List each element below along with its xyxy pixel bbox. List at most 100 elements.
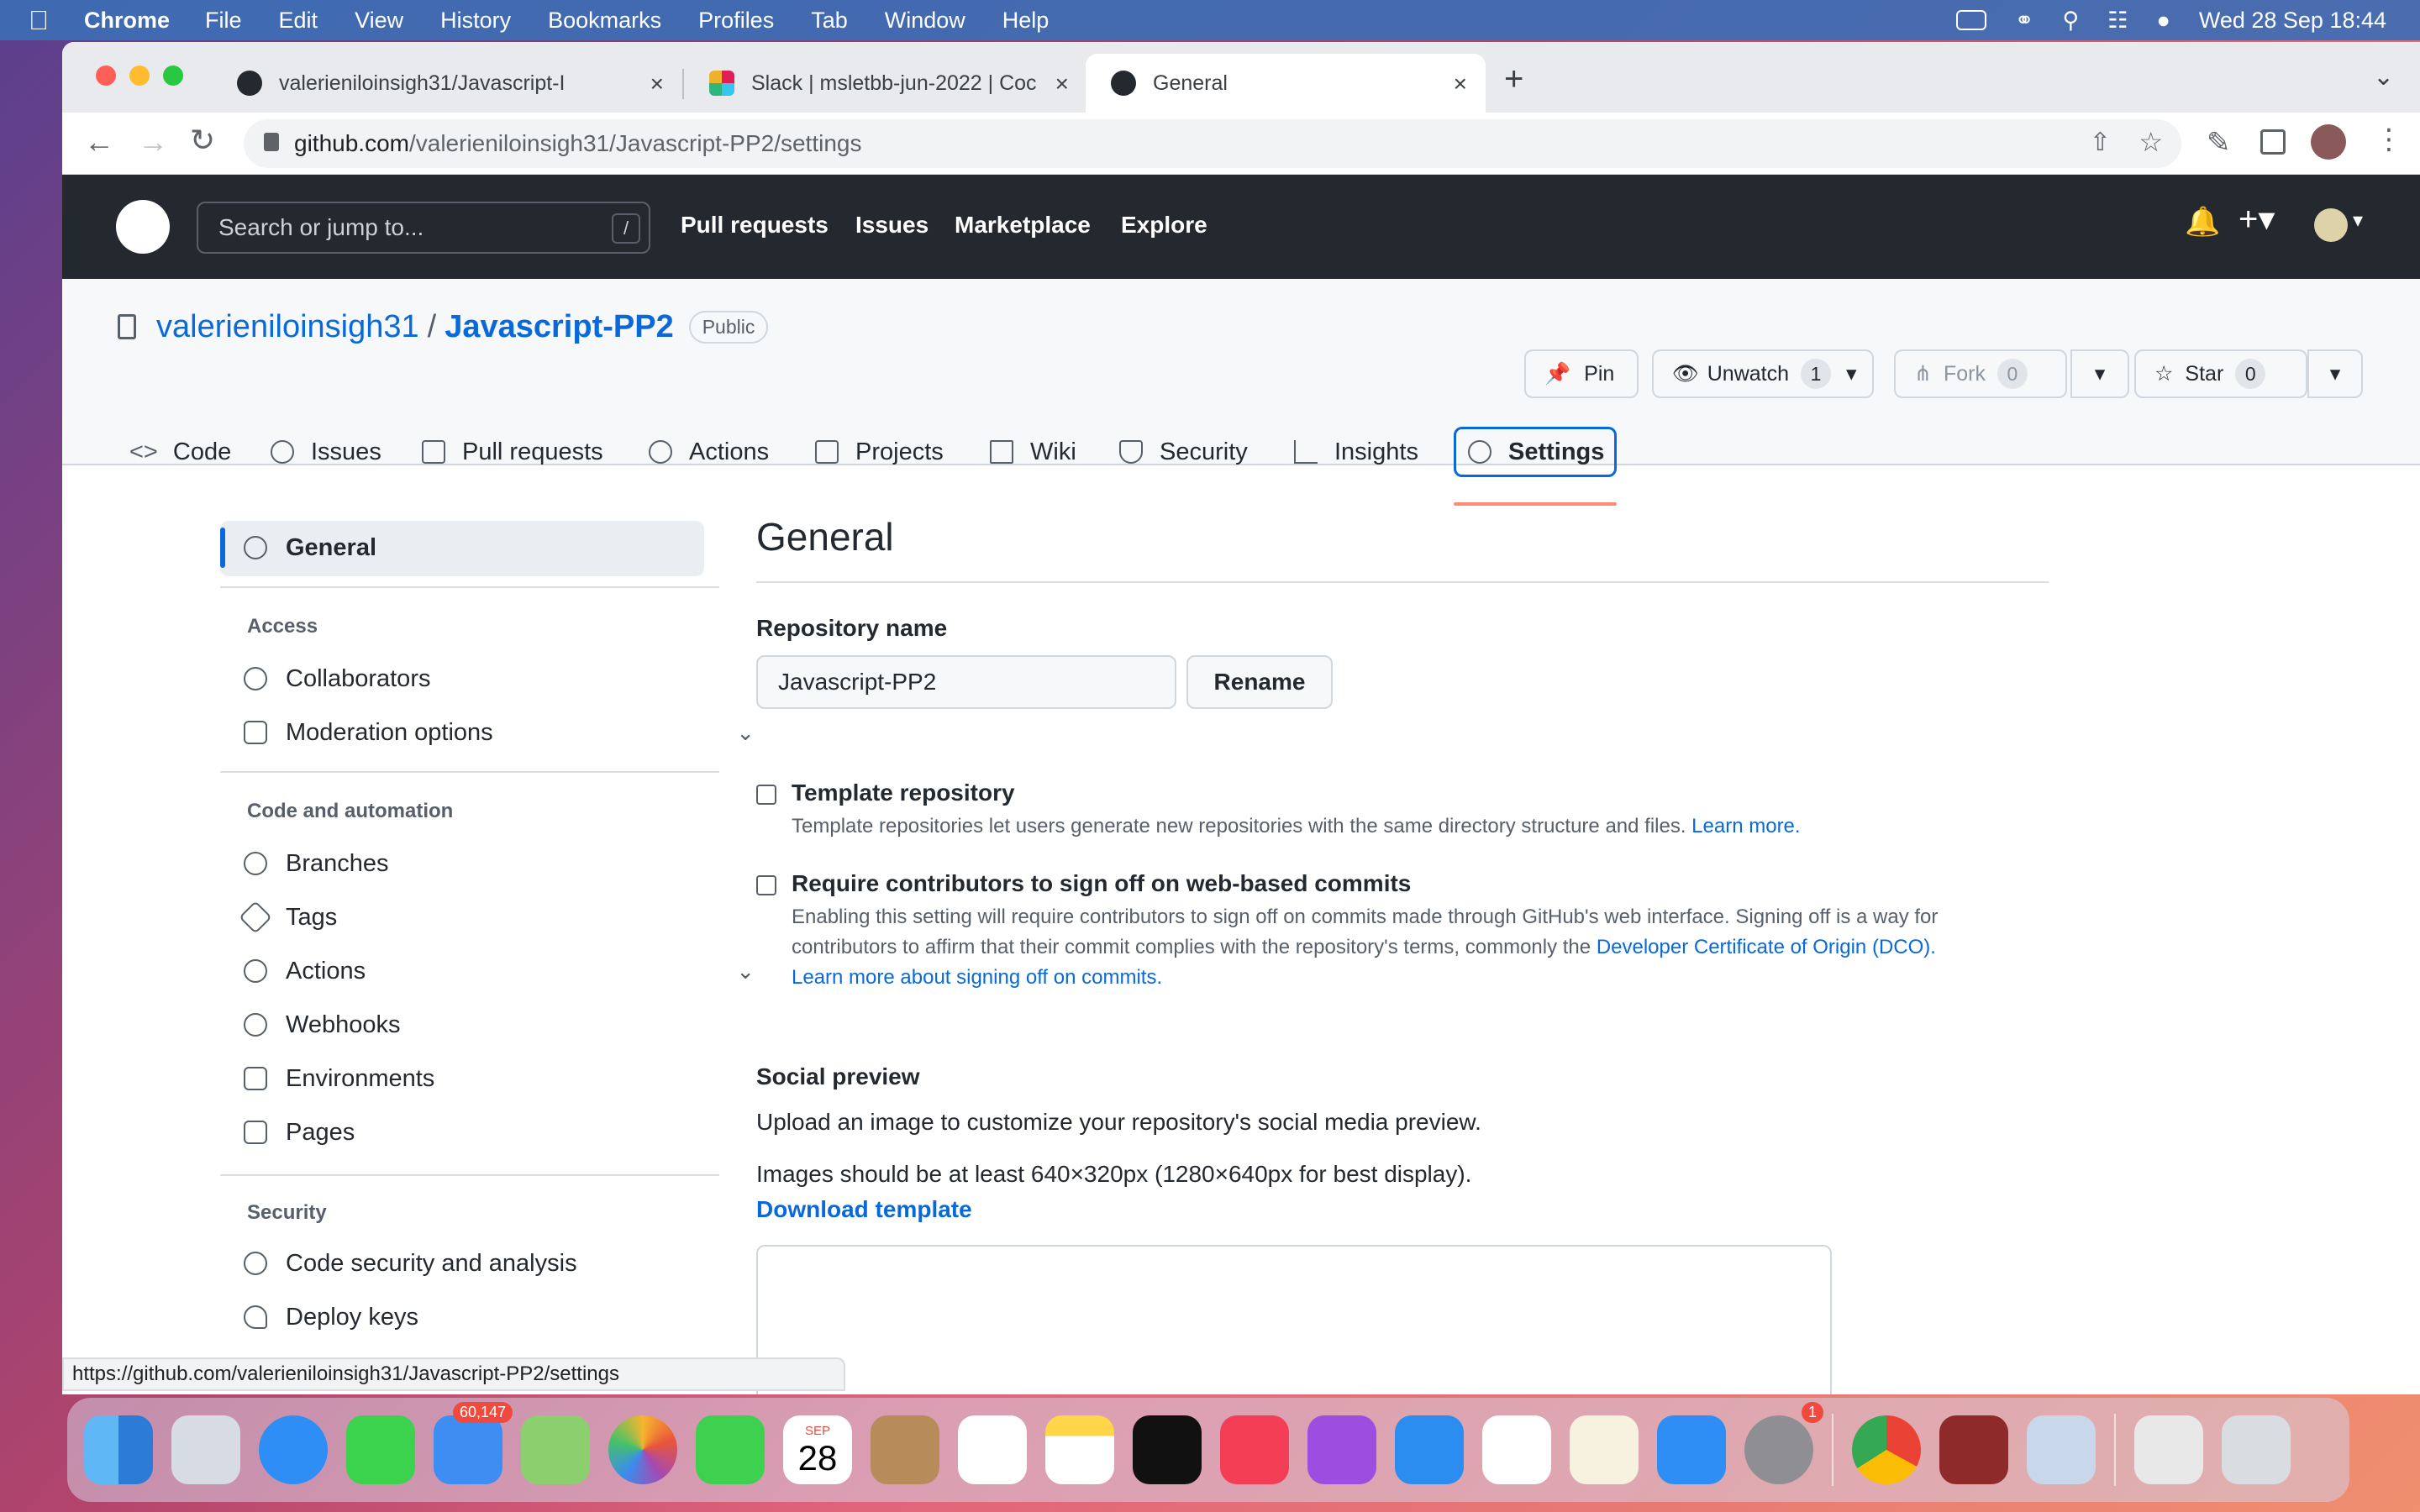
signoff-checkbox[interactable] bbox=[756, 875, 776, 895]
sidebar-item-deploy-keys[interactable]: Deploy keys bbox=[244, 1292, 418, 1342]
repo-owner-link[interactable]: valerieniloinsigh31 bbox=[156, 309, 419, 345]
reminders-icon[interactable] bbox=[958, 1415, 1027, 1484]
tab-wiki[interactable]: Wiki bbox=[990, 427, 1076, 477]
tab-security[interactable]: Security bbox=[1119, 427, 1248, 477]
numbers-icon[interactable] bbox=[1482, 1415, 1551, 1484]
close-tab-icon[interactable]: × bbox=[1055, 71, 1069, 97]
zoom-window-button[interactable] bbox=[163, 66, 183, 86]
apple-tv-icon[interactable] bbox=[1133, 1415, 1202, 1484]
keynote-icon[interactable] bbox=[1395, 1415, 1464, 1484]
close-window-button[interactable] bbox=[96, 66, 116, 86]
menu-bookmarks[interactable]: Bookmarks bbox=[548, 8, 661, 34]
reload-icon[interactable]: ↻ bbox=[190, 123, 215, 158]
address-bar[interactable]: github.com/valerieniloinsigh31/Javascrip… bbox=[244, 119, 2181, 168]
user-avatar[interactable] bbox=[2314, 208, 2348, 242]
nav-issues[interactable]: Issues bbox=[855, 212, 929, 239]
download-template-link[interactable]: Download template bbox=[756, 1196, 972, 1223]
star-dropdown-icon[interactable]: ▾ bbox=[2307, 349, 2363, 398]
menu-view[interactable]: View bbox=[355, 8, 403, 34]
tab-code[interactable]: <> Code bbox=[129, 427, 231, 477]
sidebar-item-environments[interactable]: Environments bbox=[244, 1053, 434, 1104]
menu-history[interactable]: History bbox=[440, 8, 511, 34]
trash-icon[interactable] bbox=[2222, 1415, 2291, 1484]
social-preview-image-box[interactable] bbox=[756, 1245, 1832, 1394]
app-store-icon[interactable] bbox=[1657, 1415, 1726, 1484]
mail-icon[interactable]: 60,147 bbox=[434, 1402, 513, 1484]
sidebar-item-pages[interactable]: Pages bbox=[244, 1107, 355, 1158]
dco-link[interactable]: Developer Certificate of Origin (DCO). bbox=[1597, 936, 1936, 958]
launchpad-icon[interactable] bbox=[171, 1415, 240, 1484]
chrome-menu-icon[interactable]: ⋮ bbox=[2375, 123, 2403, 156]
nav-pull-requests[interactable]: Pull requests bbox=[681, 212, 829, 239]
battery-icon[interactable] bbox=[1955, 10, 1986, 30]
unwatch-button[interactable]: 👁 Unwatch 1 ▾ bbox=[1652, 349, 1874, 398]
menubar-app[interactable]: Chrome bbox=[84, 8, 170, 34]
pin-button[interactable]: 📌 Pin bbox=[1524, 349, 1639, 398]
podcasts-icon[interactable] bbox=[1307, 1415, 1376, 1484]
sidebar-item-webhooks[interactable]: Webhooks bbox=[244, 1000, 401, 1050]
browser-tab-general[interactable]: General × bbox=[1086, 54, 1486, 113]
tab-insights[interactable]: Insights bbox=[1294, 427, 1418, 477]
signoff-learn-more-link[interactable]: Learn more about signing off on commits. bbox=[792, 963, 2086, 993]
finder-icon[interactable] bbox=[84, 1415, 153, 1484]
tab-issues[interactable]: Issues bbox=[271, 427, 381, 477]
template-repository-checkbox[interactable] bbox=[756, 785, 776, 805]
menu-profiles[interactable]: Profiles bbox=[698, 8, 774, 34]
notes-icon[interactable] bbox=[1045, 1415, 1114, 1484]
sidebar-item-general[interactable]: General bbox=[244, 522, 376, 573]
close-tab-icon[interactable]: × bbox=[650, 71, 664, 97]
nav-explore[interactable]: Explore bbox=[1121, 212, 1207, 239]
facetime-icon[interactable] bbox=[696, 1415, 765, 1484]
tab-pull-requests[interactable]: Pull requests bbox=[422, 427, 603, 477]
share-icon[interactable]: ⇧ bbox=[2090, 128, 2111, 157]
bookmark-star-icon[interactable]: ☆ bbox=[2139, 126, 2163, 158]
extensions-icon[interactable]: ✎ bbox=[2207, 126, 2231, 160]
minimize-window-button[interactable] bbox=[129, 66, 150, 86]
create-new-plus-icon[interactable]: +▾ bbox=[2238, 200, 2275, 239]
sidebar-item-moderation[interactable]: Moderation options ⌄ bbox=[244, 707, 755, 758]
side-panel-icon[interactable] bbox=[2260, 129, 2286, 155]
repo-name-link[interactable]: Javascript-PP2 bbox=[445, 309, 674, 345]
music-icon[interactable] bbox=[1220, 1415, 1289, 1484]
rename-button[interactable]: Rename bbox=[1186, 655, 1333, 709]
menu-help[interactable]: Help bbox=[1002, 8, 1050, 34]
pages-icon[interactable] bbox=[1570, 1415, 1639, 1484]
nav-marketplace[interactable]: Marketplace bbox=[955, 212, 1091, 239]
close-tab-icon[interactable]: × bbox=[1454, 71, 1467, 97]
browser-tab-slack[interactable]: Slack | msletbb-jun-2022 | Coc × bbox=[684, 54, 1087, 113]
menu-window[interactable]: Window bbox=[885, 8, 965, 34]
menu-file[interactable]: File bbox=[205, 8, 242, 34]
github-search-input[interactable]: Search or jump to... / bbox=[197, 202, 650, 254]
tab-settings[interactable]: Settings bbox=[1454, 427, 1617, 477]
menu-tab[interactable]: Tab bbox=[811, 8, 848, 34]
messages-icon[interactable] bbox=[346, 1415, 415, 1484]
menu-edit[interactable]: Edit bbox=[279, 8, 318, 34]
forward-icon[interactable]: → bbox=[138, 124, 168, 160]
fork-dropdown-icon[interactable]: ▾ bbox=[2070, 349, 2129, 398]
fork-button[interactable]: ⋔ Fork 0 ▾ bbox=[1894, 349, 2129, 398]
screen-mirror-icon[interactable]: ⚭ bbox=[2015, 8, 2034, 34]
new-tab-icon[interactable]: + bbox=[1504, 60, 1523, 98]
sidebar-item-code-security[interactable]: Code security and analysis bbox=[244, 1238, 577, 1289]
sidebar-item-tags[interactable]: Tags bbox=[239, 892, 337, 942]
back-icon[interactable]: ← bbox=[84, 124, 114, 160]
spotlight-icon[interactable]: ⚲ bbox=[2063, 8, 2080, 34]
preview-icon[interactable] bbox=[2027, 1415, 2096, 1484]
template-learn-more-link[interactable]: Learn more. bbox=[1691, 815, 1800, 837]
control-center-icon[interactable]: ☷ bbox=[2107, 8, 2128, 34]
sidebar-item-actions[interactable]: Actions ⌄ bbox=[244, 946, 755, 996]
calendar-icon[interactable]: SEP 28 bbox=[783, 1415, 852, 1484]
apple-icon[interactable]:  bbox=[29, 5, 49, 36]
maps-icon[interactable] bbox=[521, 1415, 590, 1484]
github-logo-icon[interactable] bbox=[116, 200, 170, 254]
avatar-dropdown-icon[interactable]: ▾ bbox=[2353, 208, 2363, 233]
profile-avatar[interactable] bbox=[2311, 124, 2346, 160]
photos-icon[interactable] bbox=[608, 1415, 677, 1484]
tab-actions[interactable]: Actions bbox=[649, 427, 769, 477]
system-settings-icon[interactable]: 1 bbox=[1744, 1402, 1823, 1484]
lock-icon[interactable] bbox=[264, 133, 279, 151]
sidebar-item-branches[interactable]: Branches bbox=[244, 838, 389, 889]
notifications-bell-icon[interactable]: 🔔 bbox=[2185, 205, 2220, 239]
safari-icon[interactable] bbox=[259, 1415, 328, 1484]
tab-projects[interactable]: Projects bbox=[815, 427, 944, 477]
